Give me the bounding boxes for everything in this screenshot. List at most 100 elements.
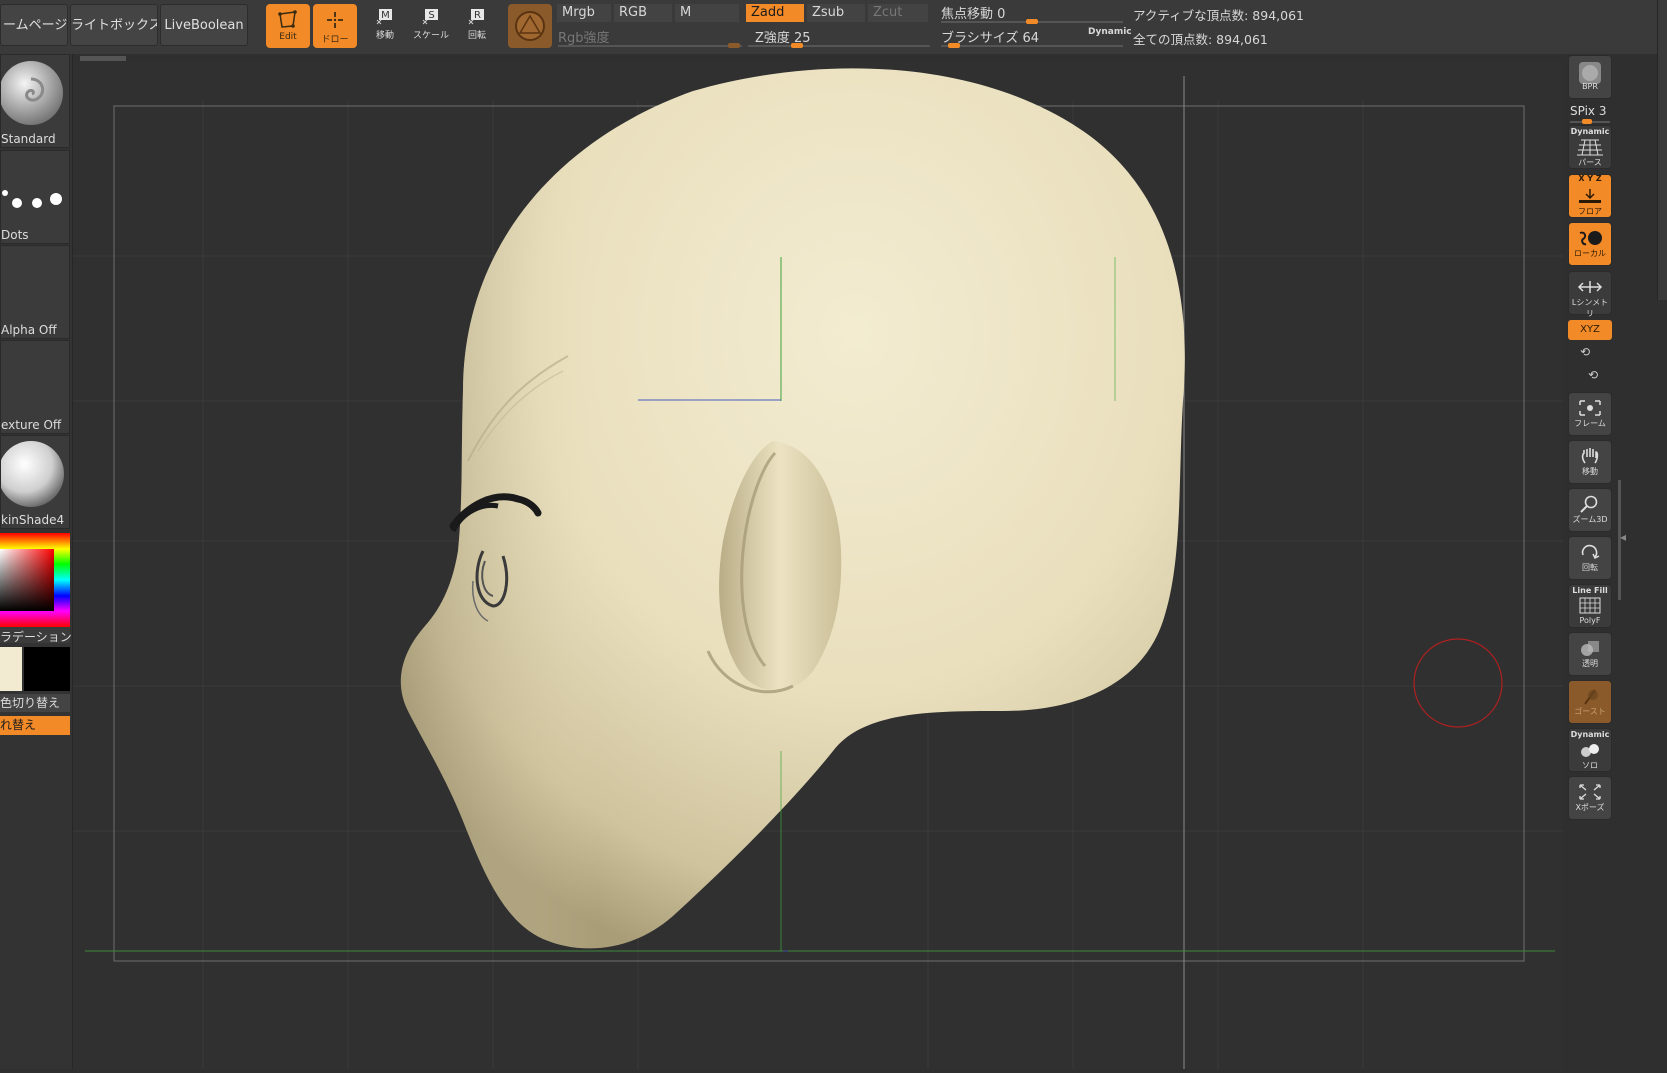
persp-button[interactable]: Dynamic パース <box>1568 125 1612 169</box>
far-right-tray[interactable] <box>1657 0 1667 300</box>
sphere-tool-button[interactable] <box>508 4 552 48</box>
z-intensity-knob[interactable] <box>790 43 803 48</box>
stroke-slot[interactable]: Dots <box>0 150 70 244</box>
floor-label: フロア <box>1578 207 1602 216</box>
frame-button[interactable]: フレーム <box>1568 392 1612 436</box>
stroke-name: Dots <box>1 228 29 242</box>
edit-button[interactable]: Edit <box>266 4 310 48</box>
top-toolbar: ームページ ライトボックス LiveBoolean Edit ドロー M 移動 … <box>0 0 1667 54</box>
edit-icon <box>278 10 297 28</box>
lsym-icon <box>1577 281 1603 293</box>
zsub-toggle[interactable]: Zsub <box>807 4 865 22</box>
solo-label: ソロ <box>1582 761 1598 770</box>
y-rotate-icon[interactable]: ⟲ <box>1580 345 1590 359</box>
xyz-rotate-button[interactable]: XYZ <box>1568 320 1612 340</box>
spix-knob[interactable] <box>1582 119 1592 124</box>
rotate-label: 回転 <box>467 31 486 41</box>
rotate-view-icon <box>1581 544 1600 560</box>
rgb-intensity-label: Rgb強度 <box>558 31 610 46</box>
brush-name: Standard <box>1 132 56 146</box>
edit-label: Edit <box>279 32 297 42</box>
frame-label: フレーム <box>1574 419 1606 428</box>
magnifier-icon <box>1580 495 1598 513</box>
rgb-intensity-knob[interactable] <box>728 43 740 48</box>
solo-button[interactable]: Dynamic ソロ <box>1568 728 1612 772</box>
z-intensity-slider[interactable] <box>748 45 930 47</box>
zadd-toggle[interactable]: Zadd <box>746 4 804 22</box>
local-icon <box>1579 231 1602 246</box>
color-picker[interactable]: ラデーション <box>0 533 72 644</box>
rgb-toggle[interactable]: RGB <box>614 4 672 22</box>
zoom3d-button[interactable]: ズーム3D <box>1568 488 1612 532</box>
xpose-button[interactable]: Xポーズ <box>1568 776 1612 820</box>
xpose-label: Xポーズ <box>1575 803 1605 812</box>
polyf-button[interactable]: Line Fill PolyF <box>1568 584 1612 628</box>
move-m-icon: M <box>376 9 392 25</box>
main-color-swatch[interactable] <box>0 647 22 691</box>
rotate-view-button[interactable]: 回転 <box>1568 536 1612 580</box>
scale-label: スケール <box>412 31 449 41</box>
gradient-label: ラデーション <box>0 630 72 644</box>
viewport-svg <box>73 68 1563 1069</box>
persp-label: パース <box>1578 158 1602 167</box>
spix-label[interactable]: SPix 3 <box>1570 104 1606 118</box>
persp-grid-icon <box>1577 139 1603 156</box>
texture-slot[interactable]: exture Off <box>0 340 70 434</box>
material-name: kinShade4 <box>1 513 65 527</box>
bpr-button[interactable]: BPR <box>1568 55 1612 99</box>
document-canvas[interactable] <box>73 61 1563 1069</box>
scale-button[interactable]: S スケール <box>411 6 451 46</box>
collapse-arrow-icon[interactable]: ◂ <box>1620 530 1626 544</box>
liveboolean-button[interactable]: LiveBoolean <box>160 4 248 46</box>
draw-size-slider[interactable] <box>941 45 1123 47</box>
alternate-button[interactable]: れ替え <box>0 716 70 735</box>
transp-button[interactable]: 透明 <box>1568 632 1612 676</box>
mrgb-toggle[interactable]: Mrgb <box>557 4 611 22</box>
secondary-color-swatch[interactable] <box>24 647 70 691</box>
scale-s-icon: S <box>422 9 438 25</box>
local-label: ローカル <box>1574 249 1606 258</box>
draw-button[interactable]: ドロー <box>313 4 357 48</box>
svg-text:M: M <box>381 10 390 21</box>
home-page-button[interactable]: ームページ <box>0 4 68 46</box>
head-model <box>400 68 1185 951</box>
persp-dynamic-label: Dynamic <box>1570 127 1610 136</box>
stroke-dots-icon <box>2 190 62 208</box>
material-sphere-icon <box>1 441 64 507</box>
move-view-button[interactable]: 移動 <box>1568 440 1612 484</box>
texture-name: exture Off <box>1 418 62 432</box>
dynamic-label[interactable]: Dynamic <box>1088 27 1132 37</box>
lsym-button[interactable]: Lシンメトリ <box>1568 271 1612 318</box>
focal-shift-label: 焦点移動 0 <box>941 7 1006 22</box>
ghost-label: ゴースト <box>1574 707 1606 716</box>
local-button[interactable]: ローカル <box>1568 222 1612 266</box>
rotate-view-label: 回転 <box>1582 563 1598 572</box>
lightbox-button[interactable]: ライトボックス <box>70 4 158 46</box>
rotate-button[interactable]: R 回転 <box>457 6 497 46</box>
ghost-button[interactable]: ゴースト <box>1568 680 1612 724</box>
active-points-count: アクティブな頂点数: 894,061 <box>1133 8 1305 23</box>
move-view-label: 移動 <box>1582 467 1598 476</box>
ghost-icon <box>1584 689 1598 705</box>
m-toggle[interactable]: M <box>675 4 739 22</box>
lsym-label: Lシンメトリ <box>1571 298 1609 318</box>
draw-size-knob[interactable] <box>947 43 960 48</box>
transp-label: 透明 <box>1582 659 1598 668</box>
total-points-count: 全ての頂点数: 894,061 <box>1133 32 1268 47</box>
svg-text:S: S <box>428 10 434 21</box>
focal-shift-knob[interactable] <box>1026 19 1038 24</box>
brush-cursor <box>1413 638 1503 728</box>
switch-color-button[interactable]: 色切り替え <box>0 694 70 712</box>
z-rotate-icon[interactable]: ⟲ <box>1588 368 1598 382</box>
brush-slot[interactable]: Standard <box>0 54 70 148</box>
polyframe-icon <box>1579 597 1601 614</box>
draw-icon <box>327 12 343 28</box>
rgb-intensity-slider[interactable] <box>558 45 742 47</box>
floor-button[interactable]: X Y Z フロア <box>1568 174 1612 218</box>
alpha-slot[interactable]: Alpha Off <box>0 245 70 339</box>
left-panel: Standard Dots Alpha Off exture Off kinSh… <box>0 54 126 1069</box>
zcut-toggle[interactable]: Zcut <box>868 4 928 22</box>
material-slot[interactable]: kinShade4 <box>0 435 70 529</box>
brush-standard-icon <box>1 61 63 125</box>
move-button[interactable]: M 移動 <box>365 6 405 46</box>
